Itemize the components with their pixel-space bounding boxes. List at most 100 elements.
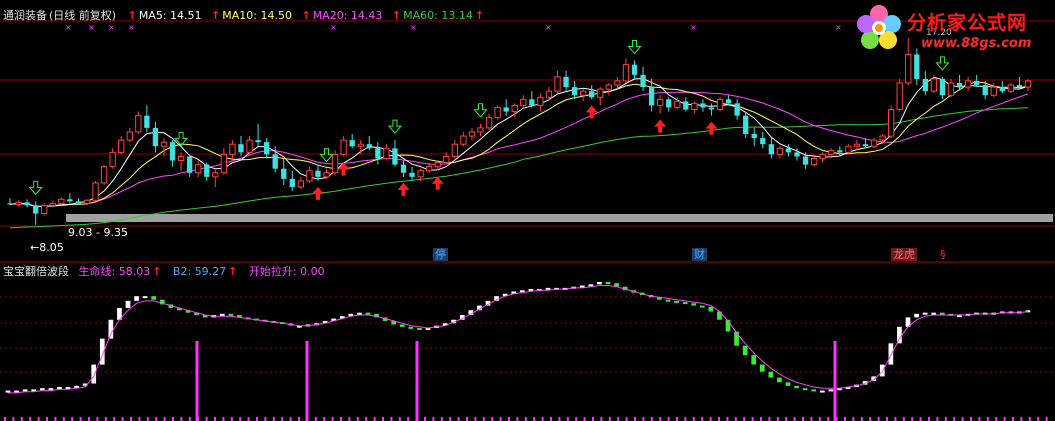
bottom-dot [978, 417, 981, 421]
site-logo: 分析家公式网 www.88gs.com [855, 2, 1055, 60]
candle-body-up [887, 109, 895, 137]
candle-body-up [537, 96, 544, 106]
osc-bar-up [357, 312, 362, 315]
bottom-dot [390, 417, 393, 421]
chart-canvas: × × × × × × × × × [0, 20, 1055, 421]
candle-body-up [605, 84, 612, 90]
event-label-finance[interactable]: 财 [692, 248, 707, 261]
start-pull-signal-bar [195, 341, 199, 421]
bottom-dot [760, 417, 762, 421]
bottom-dot [970, 417, 972, 421]
cross-marker-icon: × [65, 23, 72, 32]
b2-value: B2: 59.27 [172, 265, 227, 278]
bottom-dot [46, 417, 48, 421]
candle-body-down [375, 148, 381, 159]
candle-body-up [845, 145, 852, 153]
candle-body-up [41, 204, 48, 215]
indicator-name[interactable]: 宝宝翻倍波段 [3, 265, 69, 278]
candle-body-up [691, 102, 698, 111]
candle-body-up [15, 201, 22, 205]
bottom-dot [550, 417, 552, 421]
osc-bar-up [888, 343, 894, 365]
candle-body-up [776, 147, 784, 155]
bottom-dot [583, 417, 586, 421]
cross-marker-icon: × [330, 23, 337, 32]
bottom-dot [281, 417, 284, 421]
candle [349, 134, 355, 149]
bottom-dot [222, 417, 225, 421]
candle [7, 198, 13, 206]
candle-body-up [614, 80, 621, 86]
candle-body-up [460, 135, 467, 145]
candle [734, 99, 740, 120]
candle-body-up [306, 170, 313, 182]
osc-bar-down [699, 305, 705, 308]
bottom-dot [734, 417, 737, 421]
cross-marker-icon: × [545, 23, 552, 32]
bottom-dot [1028, 417, 1031, 421]
candle [751, 127, 757, 147]
logo-url[interactable]: www.88gs.com [921, 36, 1031, 51]
candle [289, 170, 295, 192]
bottom-dot [961, 417, 964, 421]
bottom-dot [20, 417, 23, 421]
candle-body-up [58, 198, 65, 204]
osc-bar-up [819, 390, 825, 393]
sell-arrow-icon [473, 103, 488, 118]
bottom-dot [508, 417, 510, 421]
candle-body-down [152, 127, 159, 147]
candle-body-up [468, 131, 476, 137]
event-label-section[interactable]: § [938, 248, 948, 261]
flower-logo-icon [857, 5, 901, 49]
bottom-dot [29, 417, 32, 421]
bottom-dot [835, 417, 838, 421]
candle [306, 166, 313, 183]
bottom-dot [533, 417, 536, 421]
osc-bar-up [828, 389, 834, 392]
event-label-suspend[interactable]: 停 [433, 248, 448, 261]
bottom-dot [466, 417, 468, 421]
buy-arrow-icon [585, 105, 598, 119]
osc-bar-down [674, 300, 679, 303]
period-label[interactable]: (日线 前复权) [49, 9, 116, 22]
sell-arrow-icon [387, 119, 403, 134]
candle-body-down [922, 78, 928, 92]
candle-body-down [24, 202, 30, 206]
candle [357, 140, 364, 155]
stock-name[interactable]: 通润装备 [3, 9, 47, 22]
event-label-dragon-tiger[interactable]: 龙虎 [891, 248, 917, 261]
bottom-dot [751, 417, 754, 421]
bottom-dot [810, 417, 813, 421]
candle [340, 136, 347, 157]
bottom-dot [743, 417, 746, 421]
osc-bar-down [785, 382, 791, 386]
osc-bar-up [39, 388, 45, 391]
candle-body-up [92, 182, 99, 201]
bottom-dot [188, 417, 191, 421]
bottom-dot [474, 417, 477, 421]
osc-bar-down [365, 312, 371, 315]
candle [375, 142, 381, 165]
candle [15, 200, 22, 207]
candle-body-down [768, 144, 775, 155]
candle-body-down [571, 87, 578, 96]
candle-body-up [656, 98, 664, 106]
bottom-dot [37, 417, 40, 421]
candle-body-up [246, 139, 253, 153]
bottom-dot [869, 417, 872, 421]
bottom-dot [852, 417, 855, 421]
candle [263, 138, 270, 159]
candle-body-down [67, 199, 73, 202]
candle [144, 105, 150, 132]
candle-body-up [1007, 84, 1015, 92]
bottom-dot [440, 417, 443, 421]
ma5-up-icon: ↑ [127, 9, 137, 22]
osc-bar-up [57, 387, 62, 390]
osc-bar-up [597, 282, 602, 285]
bottom-dot [844, 417, 846, 421]
candle [255, 123, 261, 147]
bottom-dot [793, 417, 796, 421]
osc-bar-up [219, 313, 225, 316]
bottom-dot [785, 417, 788, 421]
ma60-value: MA60: 13.14 [403, 9, 473, 22]
